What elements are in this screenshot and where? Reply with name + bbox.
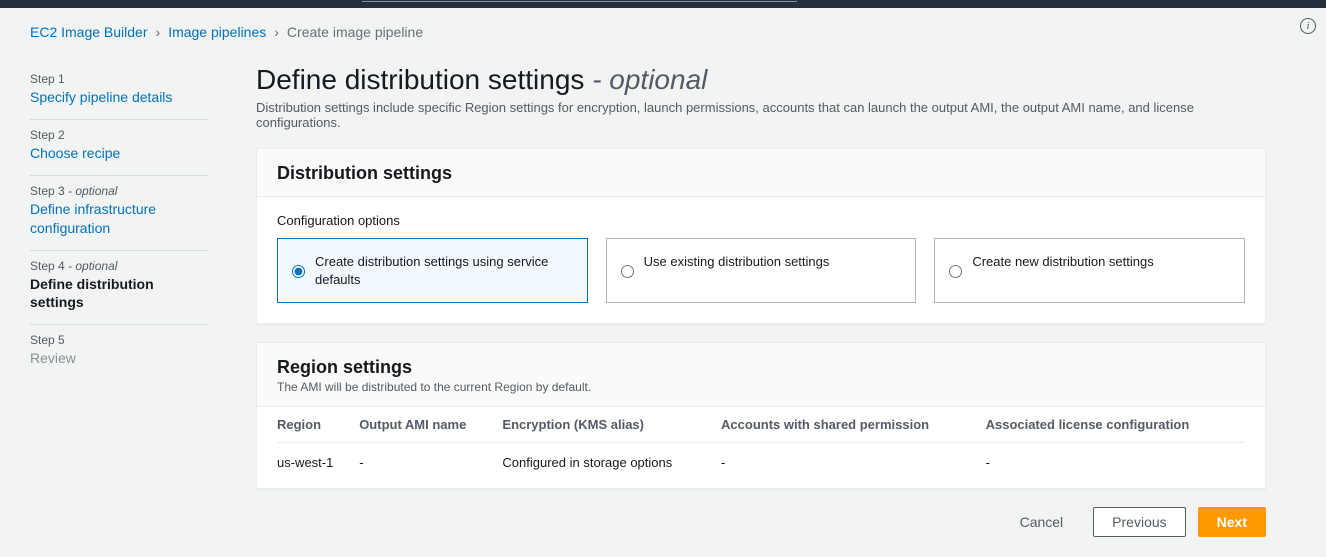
col-encryption: Encryption (KMS alias) xyxy=(502,407,721,443)
option-radio[interactable] xyxy=(621,255,634,288)
distribution-settings-panel: Distribution settings Configuration opti… xyxy=(256,148,1266,324)
panel-subtitle: The AMI will be distributed to the curre… xyxy=(277,380,1245,394)
breadcrumb-section[interactable]: Image pipelines xyxy=(168,24,266,40)
panel-title: Distribution settings xyxy=(277,163,1245,184)
info-icon[interactable]: i xyxy=(1300,18,1316,34)
option-use-existing[interactable]: Use existing distribution settings xyxy=(606,238,917,303)
panel-title: Region settings xyxy=(277,357,1245,378)
cell-region: us-west-1 xyxy=(277,443,359,483)
cell-encryption: Configured in storage options xyxy=(502,443,721,483)
table-row: us-west-1 - Configured in storage option… xyxy=(277,443,1245,483)
region-settings-panel: Region settings The AMI will be distribu… xyxy=(256,342,1266,489)
step-title[interactable]: Define infrastructure configuration xyxy=(30,200,208,238)
option-radio[interactable] xyxy=(949,255,962,288)
step-5: Step 5 Review xyxy=(30,325,208,380)
col-output-ami: Output AMI name xyxy=(359,407,502,443)
breadcrumb-current: Create image pipeline xyxy=(287,24,423,40)
top-nav-bar xyxy=(0,0,1326,8)
page-title: Define distribution settings - optional xyxy=(256,64,1266,96)
wizard-steps-sidebar: Step 1 Specify pipeline details Step 2 C… xyxy=(30,64,208,549)
cell-ami: - xyxy=(359,443,502,483)
step-1[interactable]: Step 1 Specify pipeline details xyxy=(30,64,208,120)
cell-accounts: - xyxy=(721,443,986,483)
breadcrumb: EC2 Image Builder › Image pipelines › Cr… xyxy=(0,8,1326,44)
step-4: Step 4 - optional Define distribution se… xyxy=(30,251,208,326)
step-3[interactable]: Step 3 - optional Define infrastructure … xyxy=(30,176,208,251)
step-title[interactable]: Specify pipeline details xyxy=(30,88,208,107)
configuration-options-label: Configuration options xyxy=(277,213,1245,228)
page-description: Distribution settings include specific R… xyxy=(256,100,1266,130)
cancel-button[interactable]: Cancel xyxy=(1002,507,1082,537)
region-table: Region Output AMI name Encryption (KMS a… xyxy=(277,407,1245,482)
cell-license: - xyxy=(986,443,1245,483)
chevron-right-icon: › xyxy=(274,24,279,40)
step-title: Define distribution settings xyxy=(30,275,208,313)
step-title: Review xyxy=(30,349,208,368)
chevron-right-icon: › xyxy=(156,24,161,40)
col-region: Region xyxy=(277,407,359,443)
option-create-new[interactable]: Create new distribution settings xyxy=(934,238,1245,303)
next-button[interactable]: Next xyxy=(1198,507,1266,537)
option-radio[interactable] xyxy=(292,255,305,288)
col-license: Associated license configuration xyxy=(986,407,1245,443)
col-accounts: Accounts with shared permission xyxy=(721,407,986,443)
step-title[interactable]: Choose recipe xyxy=(30,144,208,163)
previous-button[interactable]: Previous xyxy=(1093,507,1185,537)
wizard-button-row: Cancel Previous Next xyxy=(256,507,1266,549)
breadcrumb-service[interactable]: EC2 Image Builder xyxy=(30,24,148,40)
step-2[interactable]: Step 2 Choose recipe xyxy=(30,120,208,176)
option-service-defaults[interactable]: Create distribution settings using servi… xyxy=(277,238,588,303)
